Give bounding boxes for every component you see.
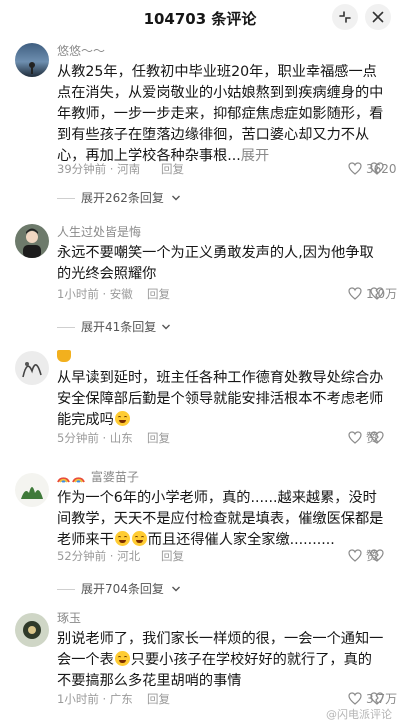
comment-time-location: 5分钟前 · 山东 — [57, 431, 133, 445]
heart-icon — [348, 549, 362, 562]
avatar[interactable] — [15, 613, 49, 647]
reply-button[interactable]: 回复 — [161, 160, 184, 178]
reply-button[interactable]: 回复 — [147, 285, 170, 303]
comment-author[interactable]: 琢玉 — [57, 610, 384, 626]
comment-time-location: 1小时前 · 广东 — [57, 692, 133, 706]
comment-text: 永远不要嘲笑一个为正义勇敢发声的人,因为他争取的光终会照耀你 — [57, 245, 374, 282]
chevron-down-icon — [162, 324, 170, 330]
heart-icon — [348, 287, 362, 300]
avatar[interactable] — [15, 351, 49, 385]
comment-text: 从教25年，任教初中毕业班20年，职业幸福感一点点在消失，从爱岗敬业的小姑娘熬到… — [57, 64, 384, 164]
comment-author[interactable]: 富婆苗子 — [57, 469, 384, 485]
heart-icon — [348, 431, 362, 444]
comment-time-location: 1小时前 · 安徽 — [57, 287, 133, 301]
collapse-arrows-icon — [339, 11, 351, 23]
divider-line — [57, 198, 75, 199]
dislike-icon[interactable] — [370, 692, 384, 705]
reply-button[interactable]: 回复 — [161, 547, 184, 565]
divider-line — [57, 589, 75, 590]
close-icon — [372, 11, 384, 23]
heart-icon — [348, 692, 362, 705]
comment-time-location: 52分钟前 · 河北 — [57, 549, 141, 563]
avatar[interactable] — [15, 473, 49, 507]
rainbow-badge-icon — [72, 477, 85, 483]
avatar-image — [23, 228, 41, 258]
watermark: @闪电派评论 — [326, 708, 392, 721]
comment-item: 从早读到延时，班主任各种工作德育处教导处综合办安全保障部后勤是个领导就能安排活根… — [0, 345, 400, 460]
laughing-emoji-icon — [114, 531, 130, 546]
comment-text: 别说老师了，我们家长一样烦的很，一会一个通知一会一个表 只要小孩子在学校好好的就行… — [57, 631, 384, 689]
comment-item: 悠悠～～ 从教25年，任教初中毕业班20年，职业幸福感一点点在消失，从爱岗敬业的… — [0, 38, 400, 218]
dislike-icon[interactable] — [370, 162, 384, 175]
comment-item: 富婆苗子 作为一个6年的小学老师，真的......越来越累，没时间教学，天天不是… — [0, 462, 400, 602]
comment-author[interactable] — [57, 349, 384, 365]
comment-author[interactable]: 悠悠～～ — [57, 43, 384, 59]
comments-header: 104703 条评论 — [0, 0, 400, 36]
avatar[interactable] — [15, 43, 49, 77]
laughing-emoji-icon — [131, 531, 147, 546]
avatar-image — [22, 362, 42, 378]
avatar[interactable] — [15, 224, 49, 258]
dislike-icon[interactable] — [370, 549, 384, 562]
comment-item: 人生过处皆是悔 永远不要嘲笑一个为正义勇敢发声的人,因为他争取的光终会照耀你 1… — [0, 218, 400, 340]
comment-time-location: 39分钟前 · 河南 — [57, 162, 141, 176]
comment-text: 作为一个6年的小学老师，真的......越来越累，没时间教学，天天不是应付检查就… — [57, 490, 384, 548]
crown-badge-icon — [57, 350, 71, 362]
dislike-icon[interactable] — [370, 287, 384, 300]
comment-text: 从早读到延时，班主任各种工作德育处教导处综合办安全保障部后勤是个领导就能安排活根… — [57, 370, 384, 428]
rainbow-badge-icon — [57, 477, 70, 483]
laughing-emoji-icon — [114, 651, 130, 666]
grin-emoji-icon — [114, 411, 130, 426]
chevron-down-icon — [172, 195, 180, 201]
reply-button[interactable]: 回复 — [147, 429, 170, 447]
close-button[interactable] — [365, 4, 391, 30]
avatar-image — [29, 62, 35, 74]
avatar-image — [21, 487, 43, 499]
reply-button[interactable]: 回复 — [147, 690, 170, 708]
comment-author[interactable]: 人生过处皆是悔 — [57, 224, 384, 240]
divider-line — [57, 327, 75, 328]
chevron-down-icon — [172, 586, 180, 592]
dislike-icon[interactable] — [370, 431, 384, 444]
avatar-image — [23, 621, 41, 639]
expand-button[interactable] — [332, 4, 358, 30]
heart-icon — [348, 162, 362, 175]
